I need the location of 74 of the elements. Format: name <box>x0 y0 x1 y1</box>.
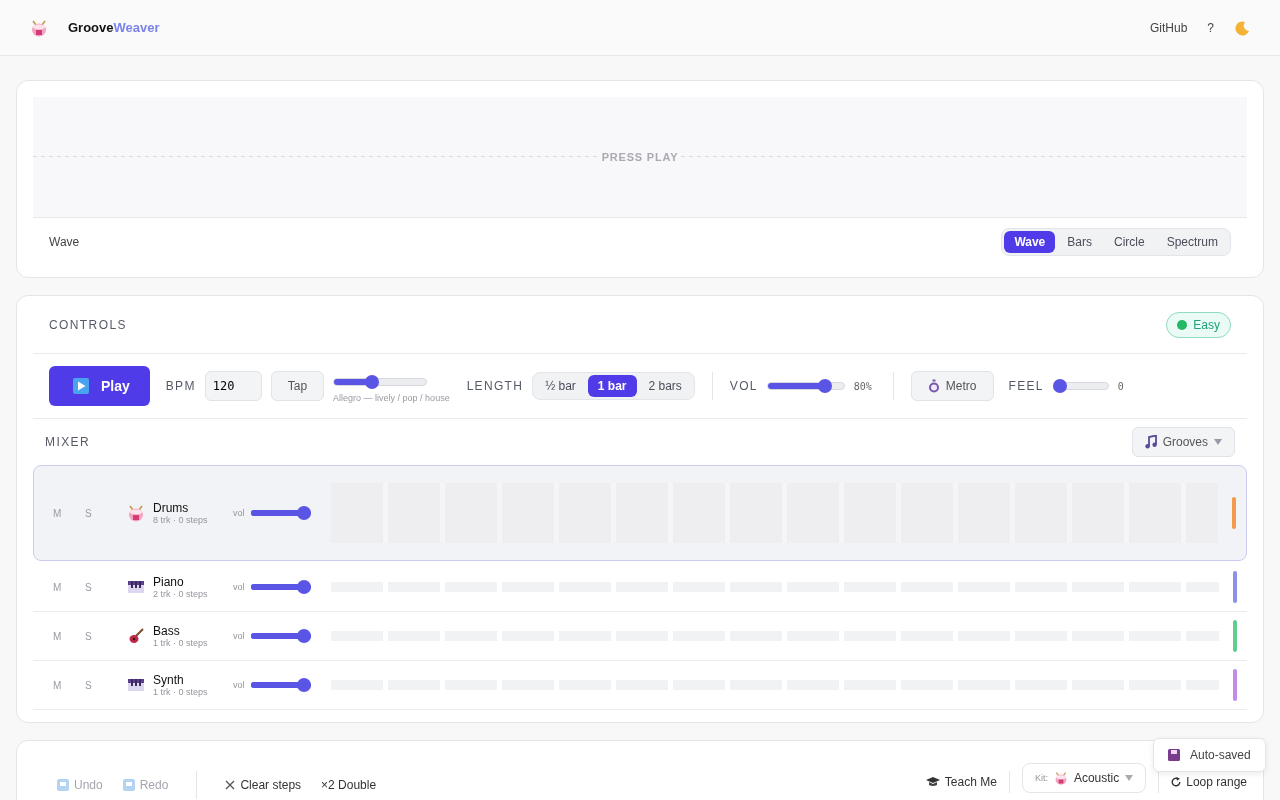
track-volume-slider[interactable] <box>250 506 311 520</box>
piano-icon <box>127 676 145 694</box>
volume-label: VOL <box>729 379 758 393</box>
volume-label: vol <box>233 508 245 518</box>
tap-button[interactable]: Tap <box>270 371 325 401</box>
mode-label: Wave <box>49 235 80 249</box>
mode-tab[interactable]: Spectrum <box>1156 231 1228 253</box>
section-title: MIXER <box>45 435 90 449</box>
teach-button[interactable]: Teach Me <box>925 775 997 789</box>
loop-button[interactable]: Loop range <box>1171 775 1247 789</box>
difficulty-label: Easy <box>1193 317 1220 332</box>
bpm-field[interactable]: 120 <box>204 371 262 401</box>
guitar-icon <box>127 627 145 645</box>
track-info: 1 trk · 0 steps <box>153 638 209 648</box>
music-note-icon <box>1144 435 1157 449</box>
close-icon <box>225 780 236 790</box>
bpm-label: BPM <box>165 379 196 393</box>
header-link[interactable]: GitHub <box>1149 20 1188 35</box>
piano-icon <box>127 578 145 596</box>
undo-icon <box>57 779 69 791</box>
tempo-hint: Allegro — lively / pop / house <box>333 393 450 403</box>
volume-reading: 80% <box>853 380 872 392</box>
caret-icon <box>1125 774 1134 782</box>
length-option[interactable]: 1 bar <box>587 375 637 397</box>
metronome-button[interactable]: Metro <box>910 371 994 401</box>
section-title: CONTROLS <box>49 317 127 332</box>
track-volume-slider[interactable] <box>250 580 311 594</box>
mode-tab[interactable]: Circle <box>1103 231 1155 253</box>
kit-label: Kit: <box>1034 773 1048 783</box>
track-info: 1 trk · 0 steps <box>153 687 209 697</box>
toast-message: Auto-saved <box>1190 748 1251 762</box>
track-name: Drums <box>153 501 190 515</box>
mode-tab[interactable]: Bars <box>1057 231 1102 253</box>
drum-icon <box>127 504 145 522</box>
length-option[interactable]: 2 bars <box>638 375 692 397</box>
length-option[interactable]: ½ bar <box>535 375 586 397</box>
app-title: GrooveWeaver <box>68 20 160 35</box>
clear-button[interactable]: Clear steps <box>225 778 302 792</box>
double-button[interactable]: ×2 Double <box>321 778 377 792</box>
volume-label: vol <box>233 680 245 690</box>
kit-dropdown[interactable]: Kit: Acoustic <box>1021 763 1147 793</box>
stopwatch-icon <box>927 379 940 393</box>
kit-value: Acoustic <box>1073 771 1120 785</box>
track-row[interactable]: M S Piano 2 trk · 0 steps vol <box>33 563 1247 612</box>
track-info: 2 trk · 0 steps <box>153 589 209 599</box>
graduation-cap-icon <box>925 776 940 788</box>
length-label: LENGTH <box>466 379 524 393</box>
feel-slider[interactable] <box>1052 379 1109 393</box>
track-row[interactable]: M S Synth 1 trk · 0 steps vol <box>33 661 1247 710</box>
header-link[interactable]: ? <box>1207 20 1214 35</box>
track-name: Piano <box>153 575 185 589</box>
track-name: Synth <box>153 673 185 687</box>
grooves-button[interactable]: Grooves <box>1131 427 1235 457</box>
volume-label: vol <box>233 631 245 641</box>
dot-icon <box>1177 319 1188 330</box>
play-button[interactable]: Play <box>49 366 150 406</box>
volume-label: vol <box>233 582 245 592</box>
track-volume-slider[interactable] <box>250 629 311 643</box>
feel-reading: 0 <box>1117 380 1124 392</box>
track-row[interactable]: M S Bass 1 trk · 0 steps vol <box>33 612 1247 661</box>
tempo-slider[interactable] <box>333 375 428 389</box>
play-icon <box>73 378 89 394</box>
redo-icon <box>122 779 135 791</box>
track-info: 8 trk · 0 steps <box>153 515 209 525</box>
feel-label: FEEL <box>1008 379 1044 393</box>
track-volume-slider[interactable] <box>250 678 311 692</box>
loop-icon <box>1171 777 1182 787</box>
track-row[interactable]: M S Drums 8 trk · 0 steps vol <box>33 465 1247 561</box>
press-play-text: PRESS PLAY <box>599 151 681 163</box>
mode-tab[interactable]: Wave <box>1004 231 1056 253</box>
caret-icon <box>1214 438 1222 446</box>
volume-slider[interactable] <box>766 379 845 393</box>
drum-icon <box>1053 771 1068 785</box>
track-name: Bass <box>153 624 181 638</box>
